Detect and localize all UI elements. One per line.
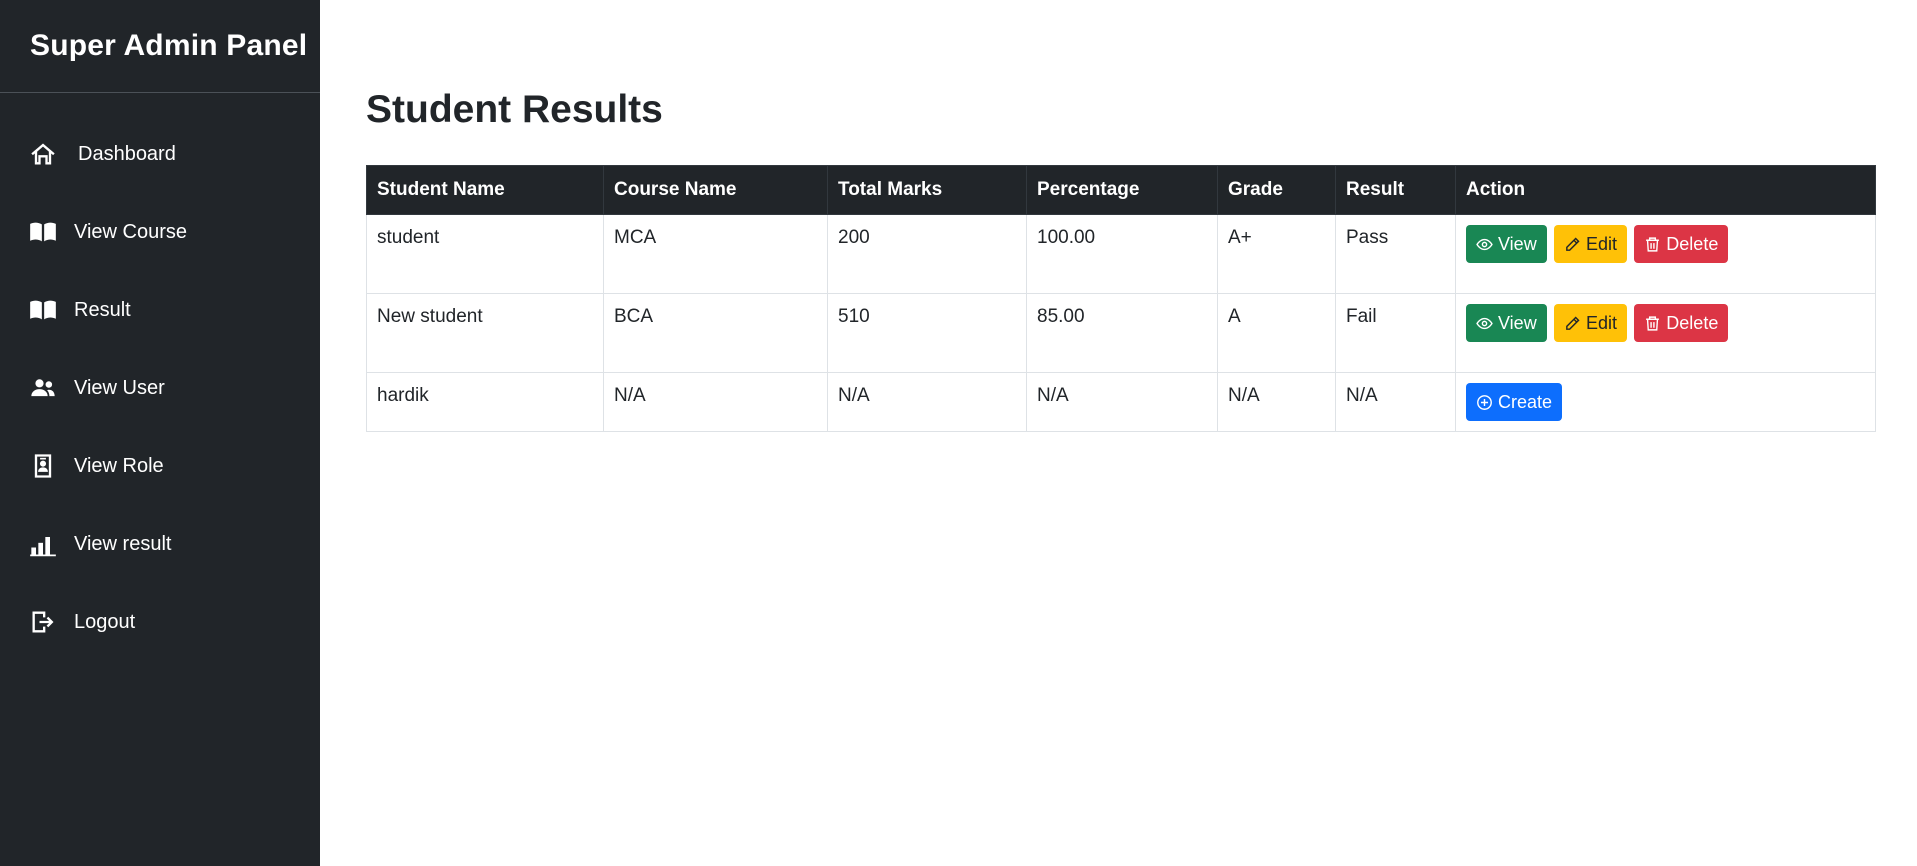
view-button[interactable]: View bbox=[1466, 304, 1547, 342]
delete-button-label: Delete bbox=[1666, 233, 1719, 254]
cell-result: Fail bbox=[1335, 293, 1456, 373]
sidebar-item-label: Dashboard bbox=[78, 142, 176, 165]
sidebar-nav: Dashboard View Course Result View User V… bbox=[0, 93, 320, 661]
cell-course-name: MCA bbox=[603, 214, 828, 294]
users-icon bbox=[28, 373, 58, 403]
header-grade: Grade bbox=[1217, 165, 1336, 215]
book-icon bbox=[28, 295, 58, 325]
header-percentage: Percentage bbox=[1026, 165, 1218, 215]
create-button-label: Create bbox=[1498, 391, 1553, 412]
sidebar-item-label: View User bbox=[74, 376, 165, 399]
cell-student-name: New student bbox=[366, 293, 604, 373]
header-action: Action bbox=[1455, 165, 1876, 215]
sidebar-item-dashboard[interactable]: Dashboard bbox=[0, 115, 320, 193]
cell-actions: Create bbox=[1455, 372, 1876, 432]
plus-circle-icon bbox=[1477, 394, 1492, 410]
cell-student-name: hardik bbox=[366, 372, 604, 432]
sidebar-item-label: Logout bbox=[74, 610, 136, 633]
pencil-icon bbox=[1566, 315, 1580, 330]
sidebar-item-view-role[interactable]: View Role bbox=[0, 427, 320, 505]
bar-chart-icon bbox=[28, 529, 58, 559]
results-table: Student Name Course Name Total Marks Per… bbox=[366, 165, 1876, 432]
delete-button[interactable]: Delete bbox=[1634, 225, 1729, 263]
create-button[interactable]: Create bbox=[1466, 383, 1563, 421]
delete-button[interactable]: Delete bbox=[1634, 304, 1729, 342]
cell-student-name: student bbox=[366, 214, 604, 294]
edit-button[interactable]: Edit bbox=[1553, 304, 1628, 342]
page-title: Student Results bbox=[366, 88, 663, 131]
view-button[interactable]: View bbox=[1466, 225, 1547, 263]
cell-actions: View Edit Delete bbox=[1455, 214, 1876, 294]
view-button-label: View bbox=[1498, 312, 1537, 333]
sidebar-item-result[interactable]: Result bbox=[0, 271, 320, 349]
header-result: Result bbox=[1335, 165, 1456, 215]
cell-percentage: 85.00 bbox=[1026, 293, 1218, 373]
pencil-icon bbox=[1566, 236, 1580, 251]
cell-actions: View Edit Delete bbox=[1455, 293, 1876, 373]
table-row: hardik N/A N/A N/A N/A N/A Create bbox=[366, 372, 1876, 432]
edit-button-label: Edit bbox=[1585, 233, 1618, 254]
house-icon bbox=[28, 139, 58, 169]
trash-icon bbox=[1646, 236, 1660, 252]
header-total-marks: Total Marks bbox=[827, 165, 1027, 215]
brand-title: Super Admin Panel bbox=[0, 0, 320, 93]
cell-grade: A+ bbox=[1217, 214, 1336, 294]
cell-total-marks: 200 bbox=[827, 214, 1027, 294]
table-header-row: Student Name Course Name Total Marks Per… bbox=[366, 165, 1876, 215]
cell-percentage: 100.00 bbox=[1026, 214, 1218, 294]
sidebar-item-view-course[interactable]: View Course bbox=[0, 193, 320, 271]
cell-course-name: BCA bbox=[603, 293, 828, 373]
edit-button-label: Edit bbox=[1585, 312, 1618, 333]
cell-total-marks: 510 bbox=[827, 293, 1027, 373]
eye-icon bbox=[1476, 317, 1493, 329]
sidebar-item-label: View Course bbox=[74, 220, 188, 243]
cell-grade: N/A bbox=[1217, 372, 1336, 432]
cell-course-name: N/A bbox=[603, 372, 828, 432]
sidebar-item-view-user[interactable]: View User bbox=[0, 349, 320, 427]
logout-icon bbox=[28, 607, 58, 637]
cell-total-marks: N/A bbox=[827, 372, 1027, 432]
view-button-label: View bbox=[1498, 233, 1537, 254]
sidebar: Super Admin Panel Dashboard View Course … bbox=[0, 0, 320, 866]
sidebar-item-view-result[interactable]: View result bbox=[0, 505, 320, 583]
eye-icon bbox=[1476, 238, 1493, 250]
sidebar-item-logout[interactable]: Logout bbox=[0, 583, 320, 661]
table-row: New student BCA 510 85.00 A Fail View Ed… bbox=[366, 293, 1876, 373]
cell-grade: A bbox=[1217, 293, 1336, 373]
main-content: Student Results Student Name Course Name… bbox=[320, 0, 1917, 866]
delete-button-label: Delete bbox=[1666, 312, 1719, 333]
trash-icon bbox=[1646, 315, 1660, 331]
sidebar-item-label: Result bbox=[74, 298, 131, 321]
cell-result: Pass bbox=[1335, 214, 1456, 294]
header-student-name: Student Name bbox=[366, 165, 604, 215]
id-badge-icon bbox=[28, 451, 58, 481]
edit-button[interactable]: Edit bbox=[1553, 225, 1628, 263]
sidebar-item-label: View Role bbox=[74, 454, 164, 477]
table-row: student MCA 200 100.00 A+ Pass View Edit bbox=[366, 214, 1876, 294]
book-icon bbox=[28, 217, 58, 247]
header-course-name: Course Name bbox=[603, 165, 828, 215]
sidebar-item-label: View result bbox=[74, 532, 172, 555]
cell-percentage: N/A bbox=[1026, 372, 1218, 432]
cell-result: N/A bbox=[1335, 372, 1456, 432]
